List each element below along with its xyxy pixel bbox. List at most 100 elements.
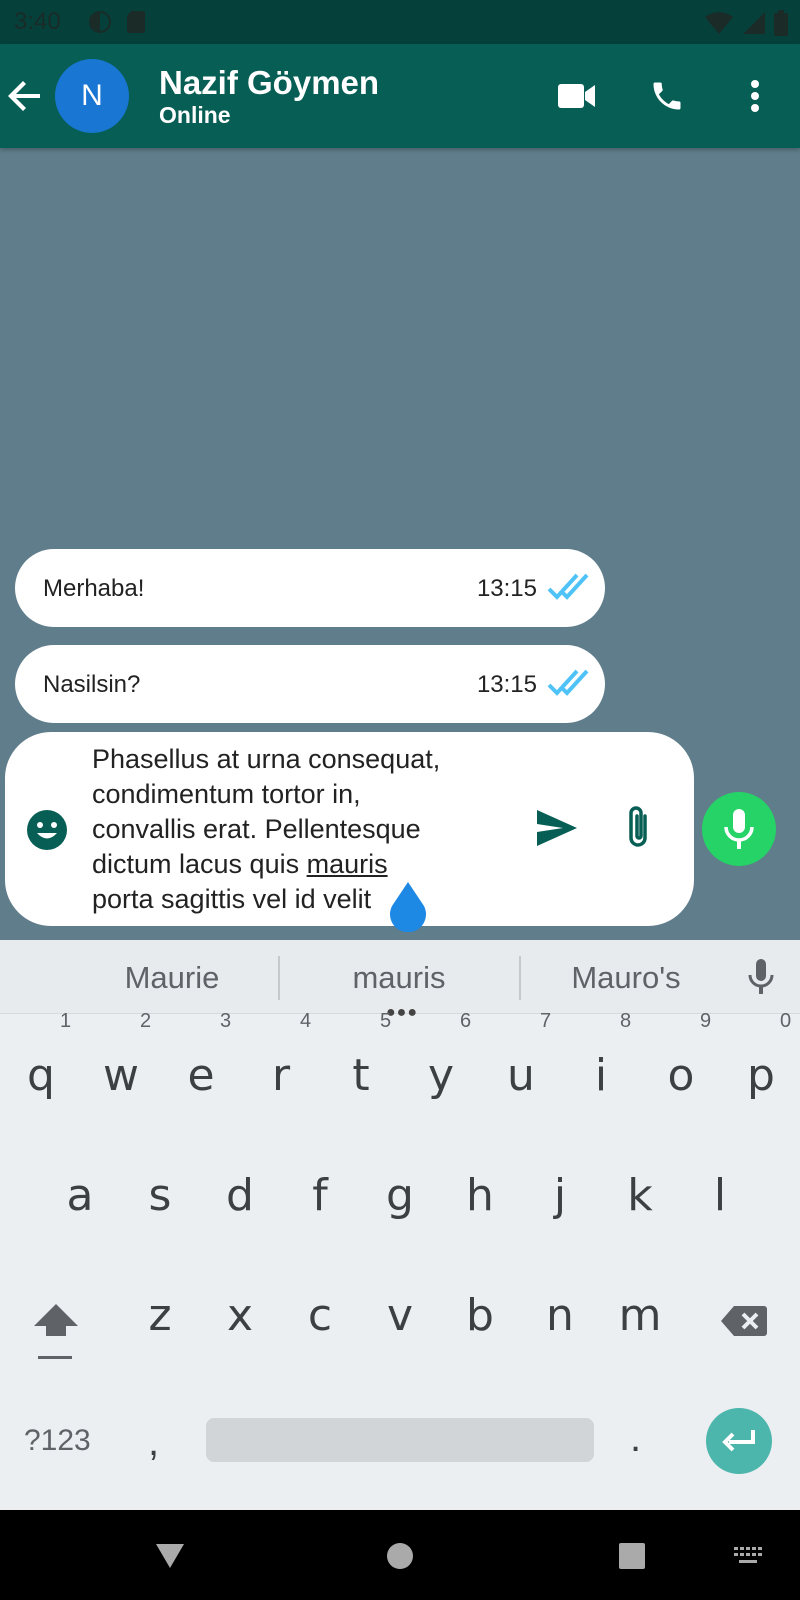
suggestion-divider [278,956,280,1000]
nav-recents-square-icon [619,1543,645,1569]
microphone-icon [724,809,754,849]
keyboard-icon [734,1547,762,1563]
enter-key[interactable] [706,1408,772,1474]
text-cursor-handle[interactable] [388,880,428,932]
key-q[interactable]: q [2,1050,80,1101]
avatar-initial: N [81,79,103,112]
key-d[interactable]: d [201,1170,279,1221]
contact-name[interactable]: Nazif Göymen [159,64,379,102]
nav-back-triangle-icon [156,1544,184,1568]
period-key[interactable]: . [630,1416,641,1461]
key-v[interactable]: v [361,1290,439,1341]
sd-card-icon [127,11,145,33]
key-m[interactable]: m [601,1290,679,1341]
composing-word: mauris [306,849,388,879]
message-time: 13:15 [476,575,537,602]
shift-key[interactable] [32,1300,80,1362]
nav-back-button[interactable] [148,1534,192,1578]
keyboard-switch-button[interactable] [726,1534,770,1578]
symbols-key[interactable]: ?123 [24,1424,91,1458]
message-bubble[interactable]: Nasilsin? 13:15 [15,645,605,723]
video-call-button[interactable] [555,74,599,118]
suggestion-strip: Maurie mauris Mauro's ●●● [0,940,800,1021]
key-hint: 9 [700,1010,712,1032]
key-x[interactable]: x [201,1290,279,1341]
key-r[interactable]: r [242,1050,320,1101]
suggestion-item[interactable]: Maurie [72,960,272,996]
message-bubble[interactable]: Merhaba! 13:15 [15,549,605,627]
voice-input-icon[interactable] [748,958,774,996]
navigation-bar [0,1510,800,1600]
key-u[interactable]: u [482,1050,560,1101]
key-hint: 8 [620,1010,632,1032]
key-y[interactable]: y [402,1050,480,1101]
key-j[interactable]: j [521,1170,599,1221]
phone-icon [653,82,681,110]
arrow-back-icon [8,81,40,111]
double-check-icon [547,573,589,600]
voice-call-button[interactable] [645,74,689,118]
key-i[interactable]: i [562,1050,640,1101]
input-line: Phasellus at urna consequat, [92,744,441,774]
key-n[interactable]: n [521,1290,599,1341]
message-text: Merhaba! [43,575,145,602]
more-options-button[interactable] [733,74,777,118]
suggestion-item[interactable]: Mauro's [526,960,726,996]
signal-icon [743,12,765,34]
key-w[interactable]: w [82,1050,160,1101]
key-o[interactable]: o [642,1050,720,1101]
key-b[interactable]: b [441,1290,519,1341]
nav-home-button[interactable] [378,1534,422,1578]
status-system-icons [704,10,788,36]
status-notification-icons [88,10,146,34]
nav-home-circle-icon [387,1543,413,1569]
comma-key[interactable]: , [148,1420,159,1465]
suggestion-item[interactable]: mauris [299,960,499,996]
input-line: dictum lacus quis [92,849,307,879]
key-f[interactable]: f [281,1170,359,1221]
key-hint: 2 [140,1010,152,1032]
contact-avatar[interactable]: N [55,59,129,133]
key-h[interactable]: h [441,1170,519,1221]
emoji-icon [27,810,67,850]
soft-keyboard: Maurie mauris Mauro's ●●● q 1w 2e 3r 4t 5y 6u 7… [0,940,800,1510]
key-z[interactable]: z [121,1290,199,1341]
contact-status: Online [159,102,231,128]
key-hint: 6 [460,1010,472,1032]
key-l[interactable]: l [681,1170,759,1221]
input-line: convallis erat. Pellentesque [92,814,421,844]
attach-button[interactable] [623,804,659,856]
chat-header: N Nazif Göymen Online [0,44,800,148]
wifi-icon [705,12,733,34]
backspace-key[interactable] [720,1304,768,1338]
key-t[interactable]: t [322,1050,400,1101]
input-line: porta sagittis vel id velit [92,884,372,914]
key-e[interactable]: e [162,1050,240,1101]
key-hint: 3 [220,1010,232,1032]
status-bar: 3:40 [0,0,800,44]
voice-record-button[interactable] [702,792,776,866]
key-k[interactable]: k [601,1170,679,1221]
key-g[interactable]: g [361,1170,439,1221]
paperclip-icon [629,806,647,847]
app-notification-icon [89,11,111,33]
message-text: Nasilsin? [43,671,141,698]
key-hint: 1 [60,1010,72,1032]
key-p[interactable]: p [722,1050,800,1101]
key-a[interactable]: a [41,1170,119,1221]
key-hint: 0 [780,1010,792,1032]
space-key[interactable] [206,1418,594,1462]
battery-icon [774,10,788,36]
message-composer: Phasellus at urna consequat, condimentum… [5,732,694,926]
input-line: condimentum tortor in, [92,779,361,809]
send-button[interactable] [535,808,583,852]
nav-recents-button[interactable] [610,1534,654,1578]
video-camera-icon [558,84,595,108]
key-c[interactable]: c [281,1290,359,1341]
status-time: 3:40 [14,8,61,35]
double-check-icon [547,669,589,696]
emoji-button[interactable] [25,808,69,852]
key-s[interactable]: s [121,1170,199,1221]
message-input[interactable]: Phasellus at urna consequat, condimentum… [92,742,512,917]
back-button[interactable] [6,76,46,116]
